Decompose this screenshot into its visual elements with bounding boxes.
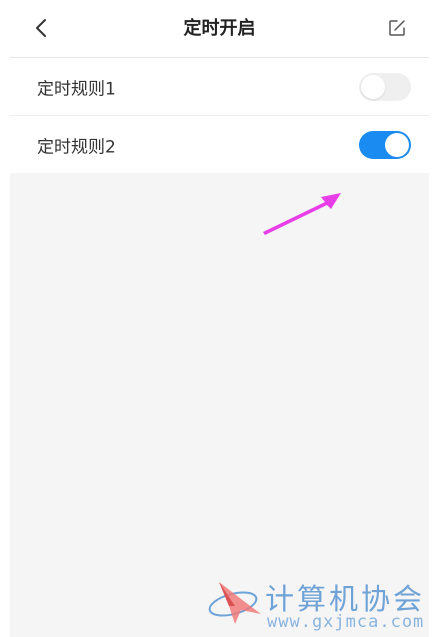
timer-rule-label: 定时规则2 xyxy=(37,137,116,157)
timer-rule-toggle[interactable] xyxy=(359,72,411,101)
watermark-url: www.gxjmca.com xyxy=(267,612,425,632)
edit-button[interactable] xyxy=(384,15,410,41)
timer-rule-item[interactable]: 定时规则2 xyxy=(10,115,429,173)
timer-rule-label: 定时规则1 xyxy=(37,79,116,99)
timer-on-screen: 定时开启 定时规则1 定时规则2 计算机协会 www.gxjmca.com xyxy=(0,0,439,637)
annotation-arrow-icon xyxy=(263,193,341,235)
timer-rule-list: 定时规则1 定时规则2 xyxy=(10,58,429,173)
page-title: 定时开启 xyxy=(183,18,256,39)
watermark-logo-icon xyxy=(208,582,261,624)
toggle-knob xyxy=(361,74,385,99)
edit-icon xyxy=(389,20,405,36)
empty-content-area xyxy=(10,173,429,637)
header-bar: 定时开启 xyxy=(0,0,439,58)
toggle-knob xyxy=(385,132,409,157)
timer-rule-toggle[interactable] xyxy=(359,130,411,159)
timer-rule-item[interactable]: 定时规则1 xyxy=(10,58,429,115)
watermark: 计算机协会 www.gxjmca.com xyxy=(205,574,435,634)
